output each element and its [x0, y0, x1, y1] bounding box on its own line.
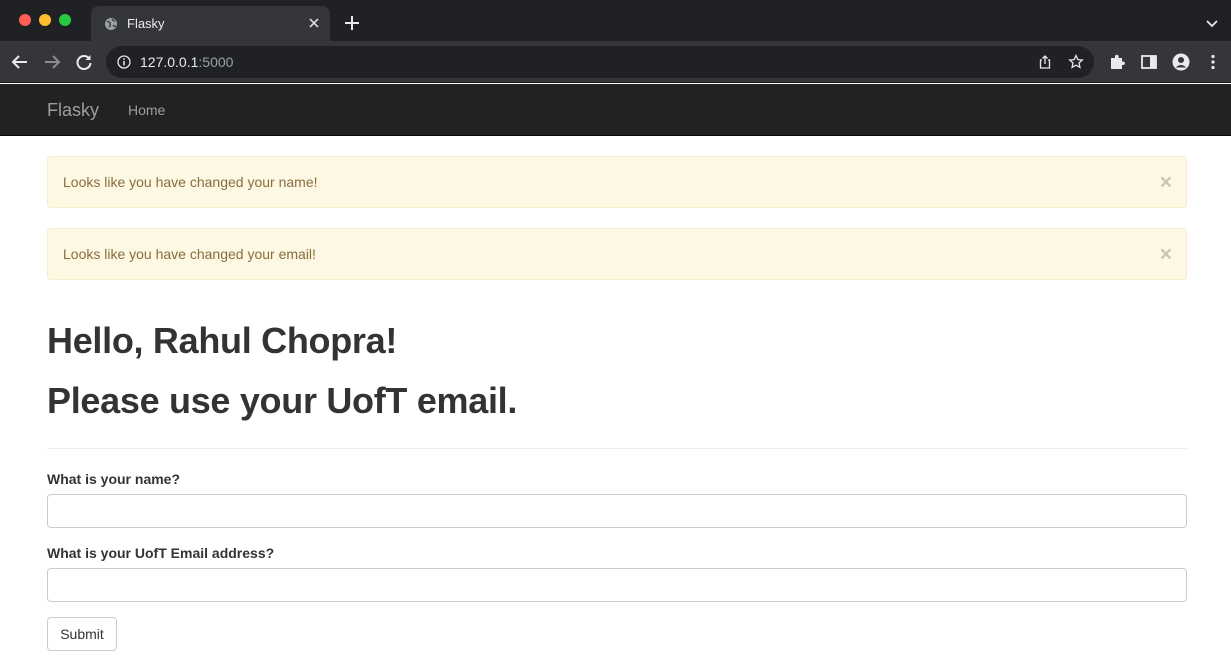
alert-message: Looks like you have changed your name!: [63, 174, 318, 190]
maximize-window-button[interactable]: [59, 14, 71, 26]
close-window-button[interactable]: [19, 14, 31, 26]
browser-titlebar: Flasky: [0, 0, 1231, 41]
alert-close-button[interactable]: ×: [1160, 172, 1172, 193]
notice-heading: Please use your UofT email.: [47, 380, 518, 421]
flash-alert: Looks like you have changed your name! ×: [47, 156, 1187, 208]
share-icon[interactable]: [1037, 54, 1053, 70]
greeting-heading: Hello, Rahul Chopra!: [47, 320, 398, 361]
address-bar[interactable]: 127.0.0.1:5000: [106, 46, 1094, 78]
alert-close-button[interactable]: ×: [1160, 244, 1172, 265]
name-input[interactable]: [47, 494, 1187, 528]
divider: [47, 448, 1187, 449]
bookmark-star-icon[interactable]: [1068, 54, 1084, 70]
side-panel-icon[interactable]: [1140, 53, 1158, 71]
close-tab-icon[interactable]: [306, 15, 322, 31]
forward-arrow-icon[interactable]: [42, 52, 62, 72]
submit-button[interactable]: Submit: [47, 617, 117, 651]
extensions-puzzle-icon[interactable]: [1108, 53, 1126, 71]
tab-title: Flasky: [127, 16, 165, 31]
url-text: 127.0.0.1:5000: [140, 54, 234, 70]
more-menu-icon[interactable]: [1204, 53, 1222, 71]
minimize-window-button[interactable]: [39, 14, 51, 26]
name-field-label: What is your name?: [47, 471, 181, 487]
browser-toolbar: 127.0.0.1:5000: [0, 41, 1231, 83]
email-field-label: What is your UofT Email address?: [47, 545, 275, 561]
nav-link-home[interactable]: Home: [128, 102, 165, 118]
profile-avatar-icon[interactable]: [1172, 53, 1190, 71]
back-arrow-icon[interactable]: [10, 52, 30, 72]
new-tab-icon[interactable]: [343, 14, 361, 32]
browser-tab[interactable]: Flasky: [91, 6, 330, 41]
reload-icon[interactable]: [74, 52, 94, 72]
app-navbar: Flasky Home: [0, 84, 1231, 136]
info-icon[interactable]: [117, 55, 131, 69]
chevron-down-icon[interactable]: [1204, 15, 1220, 31]
globe-icon: [105, 18, 117, 30]
navbar-brand[interactable]: Flasky: [47, 100, 99, 121]
alert-message: Looks like you have changed your email!: [63, 246, 316, 262]
flash-alert: Looks like you have changed your email! …: [47, 228, 1187, 280]
email-input[interactable]: [47, 568, 1187, 602]
